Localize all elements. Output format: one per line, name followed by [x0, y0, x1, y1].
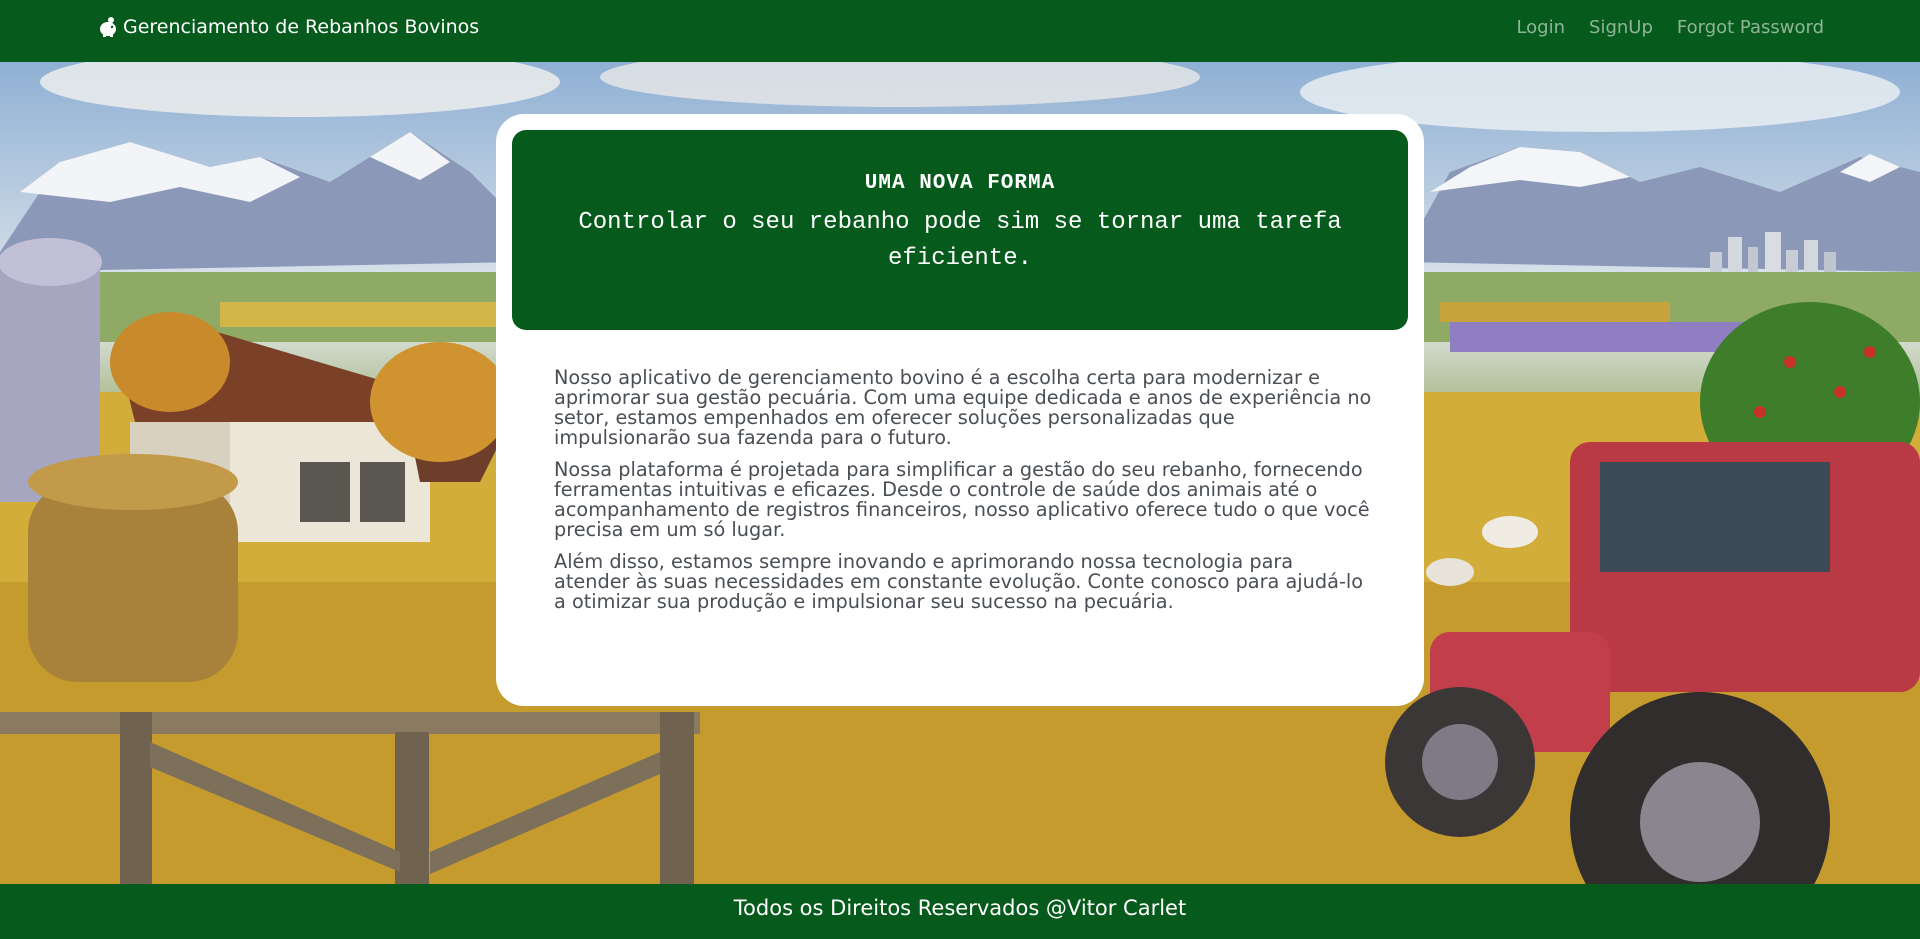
- intro-card: UMA NOVA FORMA Controlar o seu rebanho p…: [496, 114, 1424, 706]
- brand-link[interactable]: Gerenciamento de Rebanhos Bovinos: [98, 16, 479, 38]
- nav-login-link[interactable]: Login: [1516, 17, 1565, 38]
- intro-paragraph-3: Além disso, estamos sempre inovando e ap…: [554, 550, 1364, 613]
- intro-paragraph-2: Nossa plataforma é projetada para simpli…: [554, 458, 1370, 541]
- banner-title: UMA NOVA FORMA: [864, 172, 1056, 195]
- brand-label: Gerenciamento de Rebanhos Bovinos: [123, 16, 480, 38]
- nav-links: Login SignUp Forgot Password: [1516, 17, 1824, 38]
- footer-copyright: Todos os Direitos Reservados @Vitor Carl…: [733, 896, 1187, 920]
- intro-paragraph-1: Nosso aplicativo de gerenciamento bovino…: [554, 366, 1372, 449]
- navbar: Gerenciamento de Rebanhos Bovinos Login …: [0, 0, 1920, 62]
- nav-forgot-password-link[interactable]: Forgot Password: [1677, 17, 1824, 38]
- intro-text: Nosso aplicativo de gerenciamento bovino…: [554, 368, 1372, 624]
- nav-signup-link[interactable]: SignUp: [1589, 17, 1653, 38]
- banner-subtitle: Controlar o seu rebanho pode sim se torn…: [578, 209, 1342, 272]
- footer: Todos os Direitos Reservados @Vitor Carl…: [0, 884, 1920, 939]
- intro-banner: UMA NOVA FORMA Controlar o seu rebanho p…: [512, 130, 1408, 330]
- piggy-bank-icon: [98, 16, 118, 38]
